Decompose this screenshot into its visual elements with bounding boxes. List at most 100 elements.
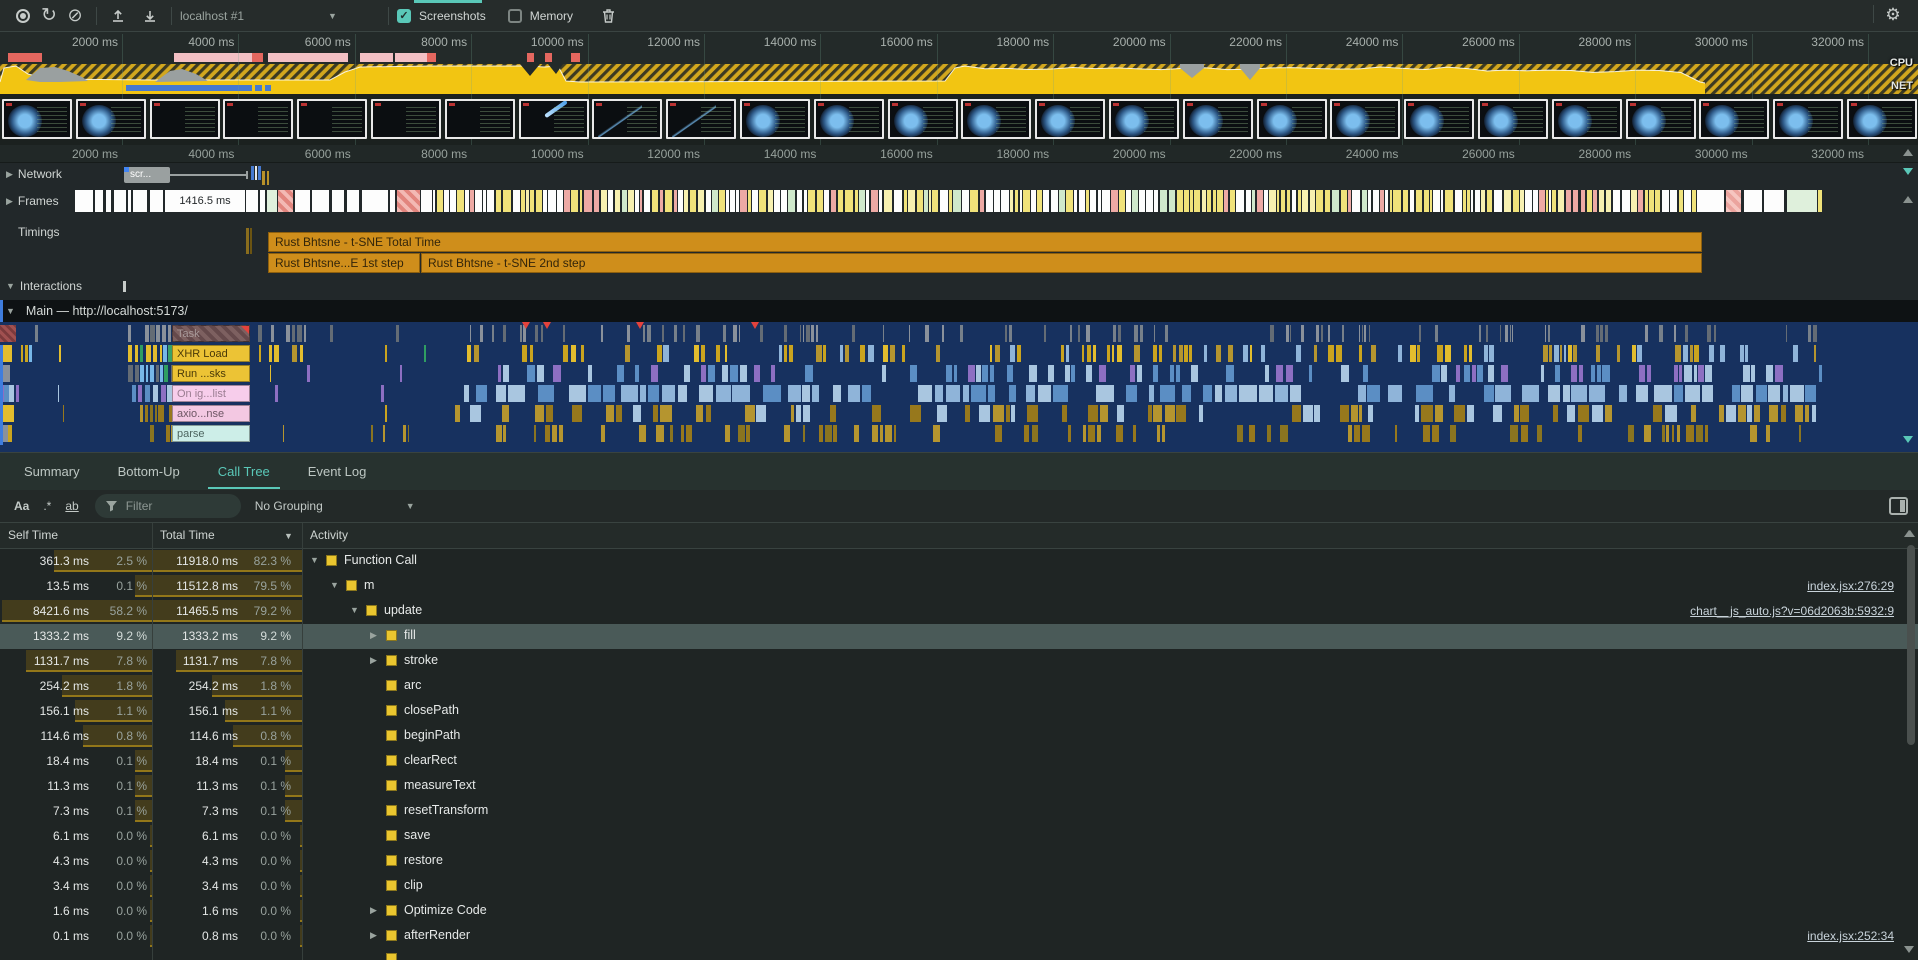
frame-segment[interactable] <box>953 190 960 212</box>
flame-event[interactable] <box>1112 345 1114 362</box>
frame-segment[interactable] <box>1184 190 1188 212</box>
frame-segment[interactable] <box>503 190 511 212</box>
frame-segment[interactable] <box>1373 190 1379 212</box>
flame-event[interactable] <box>470 405 481 422</box>
flame-event[interactable] <box>1130 365 1136 382</box>
frames-strip[interactable]: 1416.5 ms <box>0 190 1918 212</box>
flame-event[interactable] <box>1340 405 1349 422</box>
flame-event[interactable] <box>1321 325 1323 342</box>
flame-event[interactable] <box>1113 325 1115 342</box>
table-row[interactable]: 4.3 ms0.0 %4.3 ms0.0 %restore <box>0 849 1918 874</box>
flame-event[interactable] <box>559 425 563 442</box>
frame-segment[interactable] <box>1494 190 1502 212</box>
flame-event[interactable] <box>146 365 148 382</box>
flame-event[interactable] <box>1170 365 1174 382</box>
table-scroll-up-icon[interactable] <box>1904 530 1914 537</box>
flame-event[interactable] <box>145 325 149 342</box>
flame-event[interactable] <box>1541 365 1544 382</box>
flame-event[interactable] <box>1567 405 1575 422</box>
scroll-down-icon[interactable] <box>1903 436 1913 443</box>
flame-event[interactable] <box>1303 405 1313 422</box>
frame-segment[interactable] <box>1119 190 1124 212</box>
frame-segment[interactable] <box>752 190 758 212</box>
frame-segment[interactable] <box>1302 190 1308 212</box>
flame-event[interactable] <box>572 405 583 422</box>
frame-segment[interactable] <box>859 190 865 212</box>
flame-event[interactable] <box>1182 385 1191 402</box>
frame-segment[interactable] <box>450 190 456 212</box>
frame-segment[interactable] <box>1230 190 1235 212</box>
screenshot-thumbnail[interactable] <box>371 99 441 139</box>
frame-segment[interactable] <box>496 190 501 212</box>
flame-event[interactable] <box>563 345 569 362</box>
flame-event[interactable] <box>1199 405 1203 422</box>
flame-event[interactable] <box>722 365 729 382</box>
frame-segment[interactable] <box>1098 190 1101 212</box>
flame-event[interactable] <box>1189 345 1191 362</box>
frame-segment[interactable] <box>808 190 815 212</box>
table-row[interactable]: 114.6 ms0.8 %114.6 ms0.8 %beginPath <box>0 724 1918 749</box>
flame-event[interactable] <box>1754 405 1760 422</box>
frame-segment[interactable] <box>1010 190 1014 212</box>
record-icon[interactable] <box>10 4 36 28</box>
flame-event[interactable] <box>408 425 409 442</box>
flame-event[interactable] <box>1118 325 1121 342</box>
flame-event[interactable] <box>1619 385 1627 402</box>
flame-event[interactable] <box>156 325 160 342</box>
screenshot-thumbnail[interactable] <box>961 99 1031 139</box>
frame-segment[interactable] <box>615 190 620 212</box>
flame-event[interactable] <box>492 325 494 342</box>
flame-event[interactable] <box>1597 365 1602 382</box>
flame-event[interactable] <box>902 345 905 362</box>
flame-event[interactable] <box>1665 405 1677 422</box>
frame-segment[interactable] <box>740 190 747 212</box>
regex-button[interactable]: .* <box>43 499 51 513</box>
flame-event[interactable] <box>1117 345 1123 362</box>
flame-event[interactable] <box>1694 365 1698 382</box>
flame-event[interactable] <box>1521 425 1529 442</box>
frame-segment[interactable] <box>433 190 435 212</box>
frame-segment[interactable] <box>1463 190 1466 212</box>
flame-event[interactable] <box>1126 385 1137 402</box>
flame-event[interactable] <box>1560 345 1562 362</box>
flame-event[interactable] <box>160 365 163 382</box>
flame-event[interactable] <box>1024 425 1029 442</box>
frame-segment[interactable] <box>1298 190 1301 212</box>
flame-event[interactable] <box>1795 405 1804 422</box>
frame-segment[interactable] <box>1424 190 1428 212</box>
flame-event[interactable] <box>1417 345 1420 362</box>
memory-checkbox[interactable] <box>508 9 522 23</box>
frame-segment[interactable] <box>917 190 923 212</box>
frame-segment[interactable] <box>730 190 735 212</box>
flame-event[interactable] <box>833 385 842 402</box>
flame-event[interactable] <box>883 325 884 342</box>
frame-segment[interactable] <box>644 190 650 212</box>
flame-event[interactable] <box>674 325 677 342</box>
flame-event[interactable] <box>1477 365 1483 382</box>
flame-event[interactable] <box>292 325 294 342</box>
flame-event[interactable] <box>909 325 910 342</box>
flame-event[interactable] <box>616 405 621 422</box>
flame-event[interactable] <box>160 345 162 362</box>
flame-event[interactable] <box>1486 325 1488 342</box>
flame-event[interactable] <box>968 365 975 382</box>
frame-segment[interactable] <box>781 190 788 212</box>
flame-event[interactable] <box>1359 325 1360 342</box>
flame-event[interactable] <box>657 345 663 362</box>
flame-event[interactable] <box>1328 345 1334 362</box>
flame-event[interactable] <box>803 425 805 442</box>
frame-segment[interactable] <box>1325 190 1331 212</box>
table-row[interactable]: 6.1 ms0.0 %6.1 ms0.0 %save <box>0 824 1918 849</box>
flame-event[interactable] <box>885 425 892 442</box>
frame-segment[interactable] <box>940 190 948 212</box>
frame-segment[interactable] <box>1726 190 1741 212</box>
flame-event[interactable] <box>508 385 524 402</box>
flame-event[interactable] <box>538 385 555 402</box>
flame-event[interactable] <box>496 385 506 402</box>
flame-event[interactable] <box>371 425 372 442</box>
flame-event[interactable] <box>537 365 544 382</box>
flame-event[interactable] <box>763 385 781 402</box>
frame-segment[interactable] <box>571 190 578 212</box>
table-row[interactable]: 1.6 ms0.0 %1.6 ms0.0 %▶Optimize Code <box>0 899 1918 924</box>
flame-event[interactable] <box>1675 345 1681 362</box>
